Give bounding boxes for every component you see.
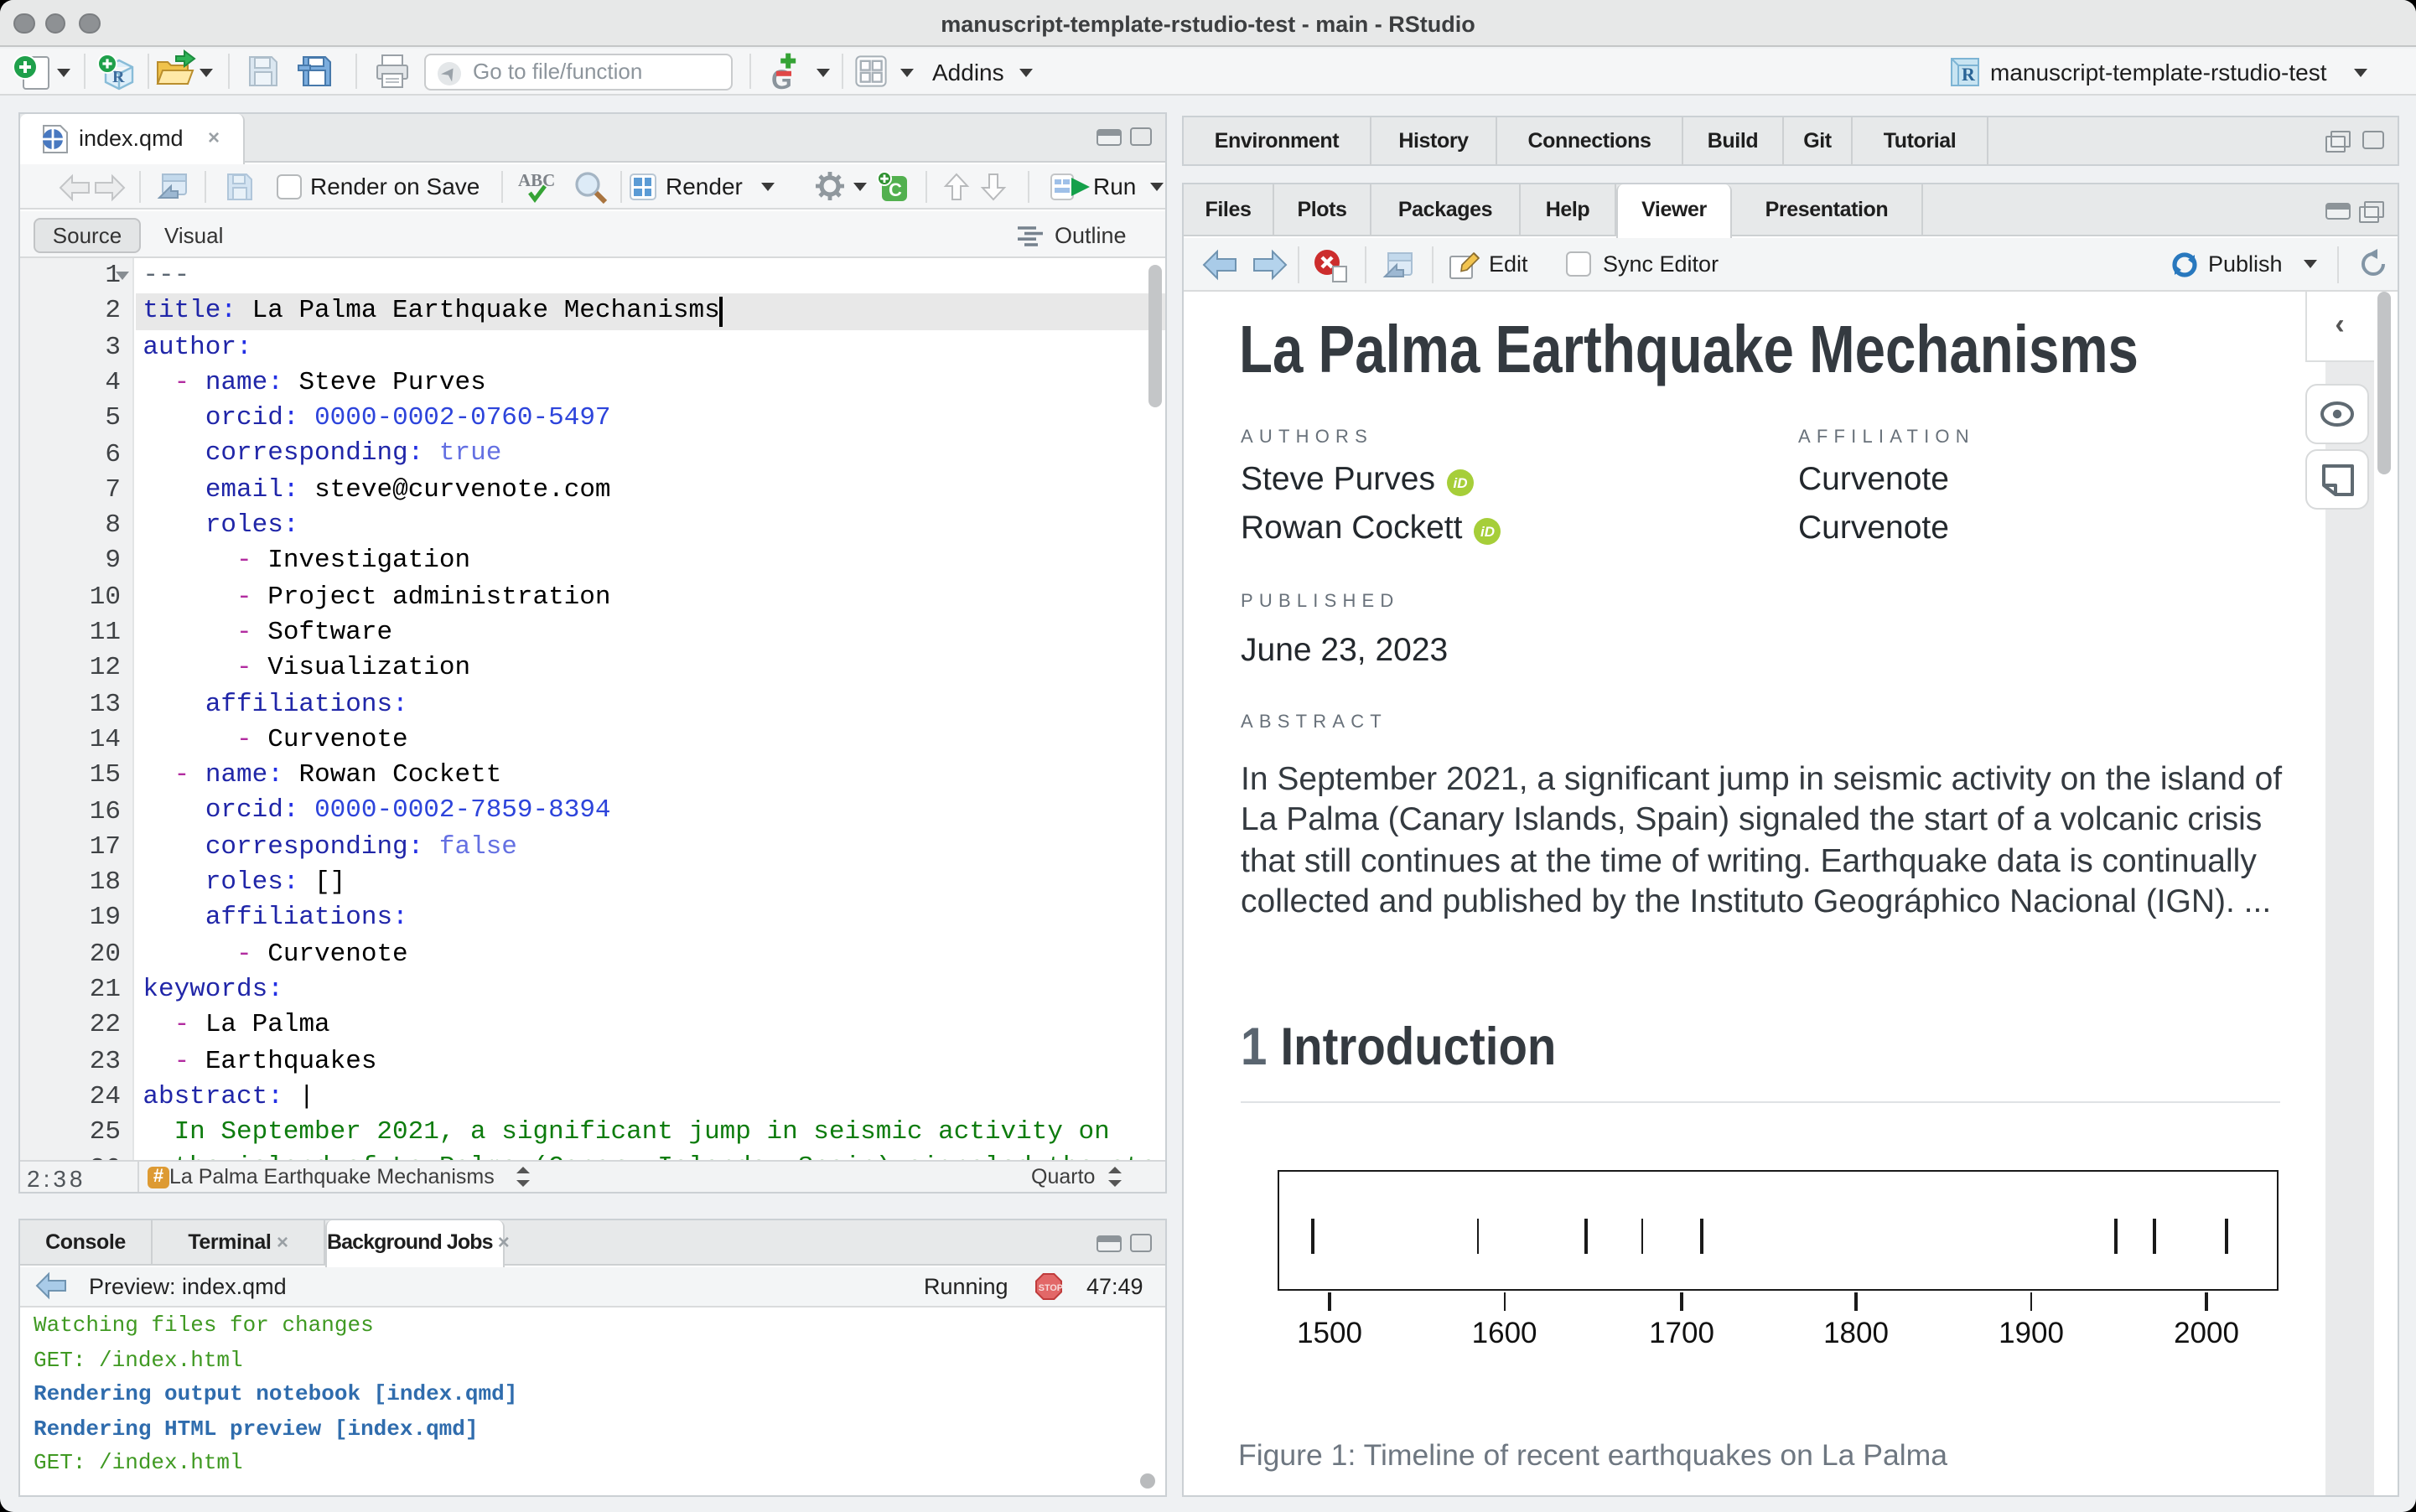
svg-text:STOP: STOP xyxy=(1039,1283,1063,1293)
svg-text:ABC: ABC xyxy=(518,170,555,190)
svg-text:R: R xyxy=(1962,64,1976,85)
svg-text:G: G xyxy=(771,65,792,95)
